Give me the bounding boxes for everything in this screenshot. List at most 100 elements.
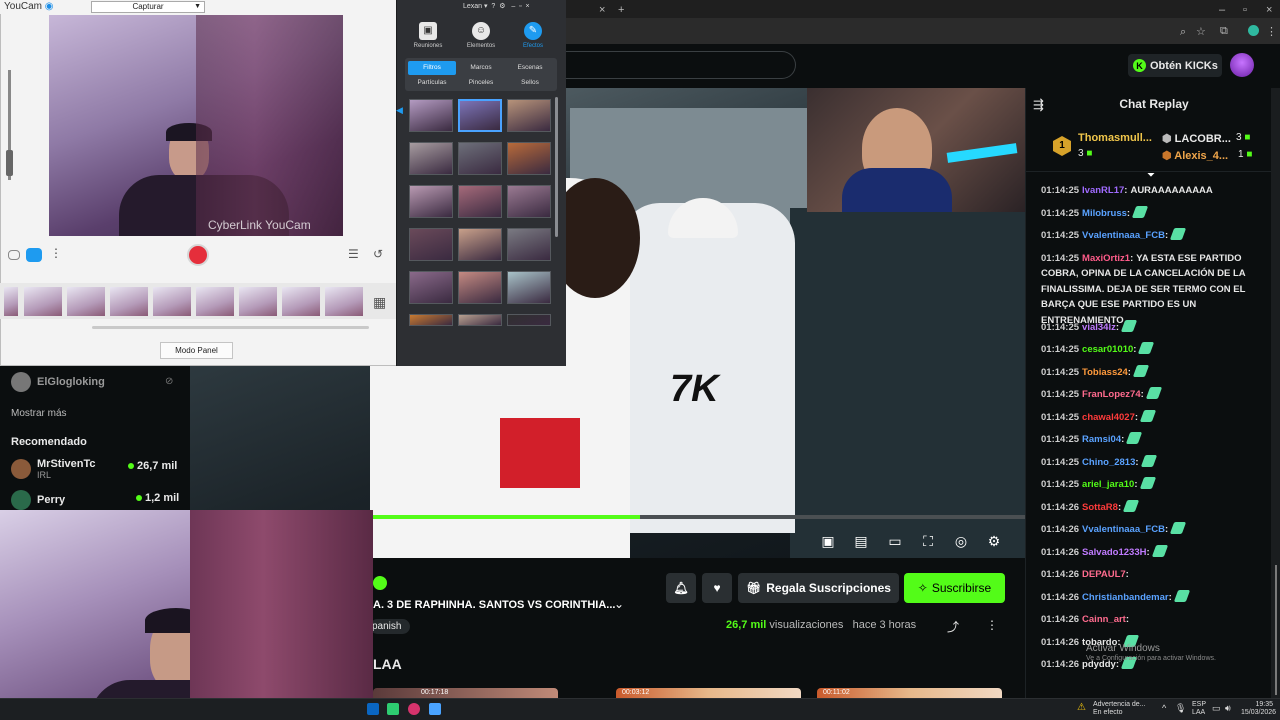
settings-gear-icon[interactable]: ⚙: [986, 533, 1002, 549]
tab-close-icon[interactable]: ×: [599, 4, 605, 16]
chat-username[interactable]: Cainn_art: [1082, 614, 1126, 625]
show-more-link[interactable]: Mostrar más: [11, 408, 67, 419]
chat-username[interactable]: Ramsi04: [1082, 434, 1121, 445]
tab-particles[interactable]: Partículas: [408, 76, 456, 90]
taskbar-app-icon[interactable]: [408, 703, 420, 715]
notification-bell-button[interactable]: 🔔︎: [666, 573, 696, 603]
tab-stamps[interactable]: Sellos: [506, 76, 554, 90]
filter-thumbnail[interactable]: [409, 314, 453, 326]
panel-mode-button[interactable]: Modo Panel: [160, 342, 233, 359]
clock[interactable]: 19:35 15/03/2026: [1241, 701, 1276, 717]
browser-menu-icon[interactable]: ⋮: [1266, 25, 1277, 38]
get-kicks-button[interactable]: K Obtén KICKs: [1128, 54, 1222, 77]
search-input[interactable]: [566, 51, 796, 79]
grid-view-icon[interactable]: ▦: [373, 294, 386, 311]
taskbar-app-icon[interactable]: [429, 703, 441, 715]
tab-brushes[interactable]: Pinceles: [457, 76, 505, 90]
tab-scenes[interactable]: Escenas: [506, 61, 554, 75]
network-icon[interactable]: ▭: [1212, 703, 1221, 714]
more-options-icon[interactable]: ⋮: [986, 618, 998, 632]
chat-username[interactable]: IvanRL17: [1082, 185, 1124, 196]
volume-icon[interactable]: 🔊︎: [1225, 703, 1231, 714]
capture-thumbnail[interactable]: [196, 287, 234, 316]
sidebar-item-recommended[interactable]: MrStivenTc IRL: [11, 458, 95, 480]
filter-thumbnail[interactable]: [507, 271, 551, 304]
layers-icon[interactable]: ☰: [348, 247, 359, 261]
chat-scroll-thumb[interactable]: [1275, 565, 1277, 695]
panel-user-menu[interactable]: Lexan ▾ ? ⚙ – ▫ ×: [463, 2, 530, 10]
filter-thumbnail[interactable]: [458, 271, 502, 304]
effects-scrollbar[interactable]: [555, 97, 558, 237]
chat-username[interactable]: DEPAUL7: [1082, 569, 1126, 580]
taskbar-app-icon[interactable]: [367, 703, 379, 715]
filter-thumbnail[interactable]: [507, 185, 551, 218]
capture-thumbnail[interactable]: [24, 287, 62, 316]
meetings-icon[interactable]: ▣: [419, 22, 437, 40]
filter-thumbnail[interactable]: [458, 314, 502, 326]
camera-toggle-off-icon[interactable]: [8, 250, 20, 260]
language-indicator[interactable]: ESP LAA: [1192, 701, 1206, 717]
chat-username[interactable]: chawal4027: [1082, 412, 1135, 423]
chat-username[interactable]: SottaR8: [1082, 502, 1118, 513]
capture-thumbnail[interactable]: [153, 287, 191, 316]
filter-thumbnail[interactable]: [507, 314, 551, 326]
capture-thumbnail[interactable]: [67, 287, 105, 316]
capture-thumbnail[interactable]: [4, 287, 18, 316]
zoom-slider-handle[interactable]: [6, 150, 13, 176]
minimize-icon[interactable]: –: [1219, 4, 1225, 16]
tray-chevron-icon[interactable]: ^: [1162, 703, 1166, 713]
filter-thumbnail[interactable]: [409, 228, 453, 261]
user-avatar[interactable]: [1230, 53, 1254, 77]
filter-thumbnail[interactable]: [507, 99, 551, 132]
clip-icon[interactable]: ◎: [953, 533, 969, 549]
gift-subs-button[interactable]: 🎁︎ Regala Suscripciones: [738, 573, 899, 603]
zoom-icon[interactable]: ⌕: [1180, 26, 1186, 39]
thumbnail-scrollbar[interactable]: [92, 326, 369, 329]
extensions-icon[interactable]: ⧉: [1220, 25, 1228, 38]
chat-username[interactable]: Christianbandemar: [1082, 592, 1169, 603]
filter-thumbnail[interactable]: [458, 99, 502, 132]
chat-username[interactable]: MaxiOrtiz1: [1082, 253, 1130, 264]
undo-icon[interactable]: ↺: [373, 247, 383, 261]
tab-elements[interactable]: Elementos: [461, 43, 501, 49]
capture-thumbnail[interactable]: [239, 287, 277, 316]
bookmark-star-icon[interactable]: ☆: [1196, 25, 1206, 38]
filter-thumbnail[interactable]: [458, 142, 502, 175]
chat-username[interactable]: cesar01010: [1082, 344, 1133, 355]
chat-username[interactable]: Vvalentinaaa_FCB: [1082, 230, 1165, 241]
sidebar-item-followed[interactable]: ElGlogloking: [11, 372, 105, 392]
profile-avatar[interactable]: [1248, 25, 1259, 36]
microphone-icon[interactable]: 🎙︎: [1175, 703, 1186, 714]
filter-thumbnail[interactable]: [409, 185, 453, 218]
theater-icon[interactable]: ▤: [853, 533, 869, 549]
subscribe-button[interactable]: ✧ Suscribirse: [904, 573, 1005, 603]
capture-thumbnail[interactable]: [282, 287, 320, 316]
filter-thumbnail[interactable]: [458, 185, 502, 218]
follow-heart-button[interactable]: ♥: [702, 573, 732, 603]
maximize-icon[interactable]: ▫: [1243, 4, 1247, 16]
sidebar-item-recommended[interactable]: Perry: [11, 490, 65, 510]
tab-meetings[interactable]: Reuniones: [408, 43, 448, 49]
filter-thumbnail[interactable]: [507, 142, 551, 175]
fullscreen-icon[interactable]: ⛶: [920, 533, 936, 549]
chat-username[interactable]: Chino_2813: [1082, 457, 1135, 468]
filter-thumbnail[interactable]: [507, 228, 551, 261]
record-button[interactable]: [187, 244, 209, 266]
weather-widget[interactable]: Advertencia de... En efecto: [1093, 701, 1146, 717]
video-mode-icon[interactable]: [26, 248, 42, 262]
more-options-icon[interactable]: ⋮: [50, 246, 62, 260]
capture-mode-dropdown[interactable]: Capturar ▼: [91, 1, 205, 13]
chat-username[interactable]: Tobiass24: [1082, 367, 1128, 378]
expand-leaderboard-icon[interactable]: ⏷: [1147, 170, 1155, 181]
tab-effects[interactable]: Efectos: [513, 43, 553, 49]
language-tag[interactable]: panish: [370, 619, 410, 634]
taskbar-app-icon[interactable]: [387, 703, 399, 715]
pip-icon[interactable]: ▣: [820, 533, 836, 549]
collapse-panel-icon[interactable]: ◀: [396, 105, 403, 116]
chat-username[interactable]: vial34lz: [1082, 322, 1116, 333]
chat-username[interactable]: Milobruss: [1082, 208, 1127, 219]
tab-frames[interactable]: Marcos: [457, 61, 505, 75]
chevron-down-icon[interactable]: ⌄: [614, 597, 624, 611]
tab-filters[interactable]: Filtros: [408, 61, 456, 75]
chat-username[interactable]: FranLopez74: [1082, 389, 1141, 400]
